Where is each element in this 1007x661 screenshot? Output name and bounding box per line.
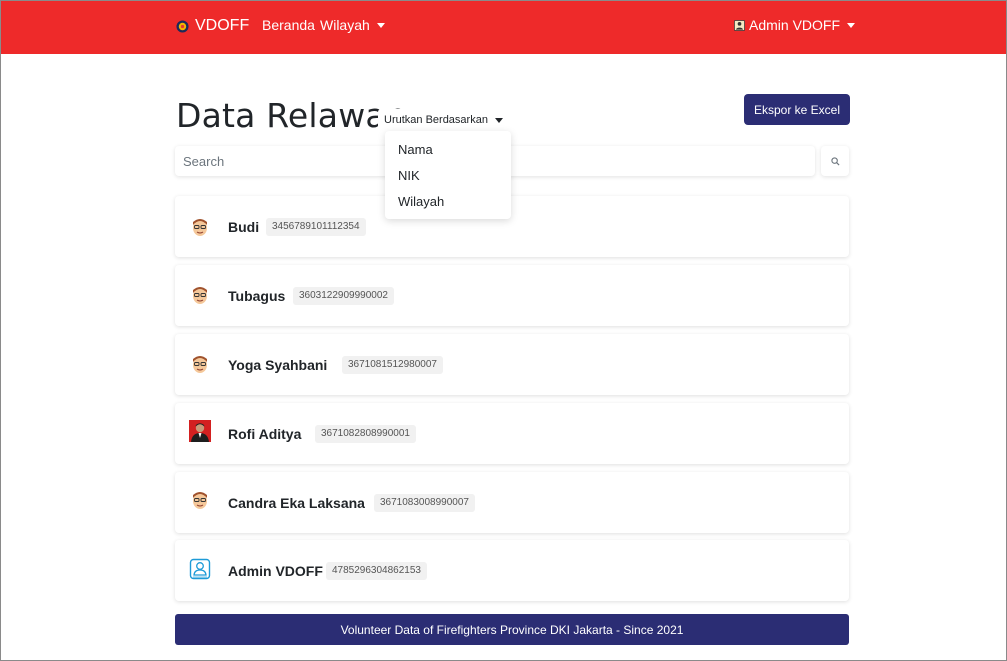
volunteer-card[interactable]: Candra Eka Laksana 3671083008990007	[175, 472, 849, 533]
volunteer-name: Budi	[228, 219, 260, 235]
nik-badge: 3603122909990002	[293, 287, 394, 305]
photo-avatar	[189, 420, 211, 442]
sort-dropdown-button[interactable]: Urutkan Berdasarkan	[378, 109, 509, 131]
volunteer-card[interactable]: Budi 3456789101112354	[175, 196, 849, 257]
volunteer-card[interactable]: Admin VDOFF 4785296304862153	[175, 540, 849, 601]
volunteer-name: Rofi Aditya	[228, 426, 302, 442]
nav-link-wilayah[interactable]: Wilayah	[320, 17, 385, 33]
sort-dropdown-menu: Nama NIK Wilayah	[385, 131, 511, 219]
top-navbar: VDOFF Beranda Wilayah Admin VDOFF	[0, 0, 1007, 54]
sort-option-nik[interactable]: NIK	[385, 163, 511, 189]
cartoon-face-icon	[193, 492, 207, 509]
sort-dropdown-label: Urutkan Berdasarkan	[384, 114, 488, 126]
search-button[interactable]	[821, 146, 849, 176]
user-badge-icon	[734, 19, 745, 31]
user-outline-icon	[189, 558, 211, 580]
sort-option-nama[interactable]: Nama	[385, 137, 511, 163]
nik-badge: 3671081512980007	[342, 356, 443, 374]
nik-badge: 3671082808990001	[315, 425, 416, 443]
nik-badge: 3456789101112354	[266, 218, 366, 236]
volunteer-name: Tubagus	[228, 288, 286, 304]
sort-option-wilayah[interactable]: Wilayah	[385, 189, 511, 215]
user-menu-label: Admin VDOFF	[749, 17, 841, 33]
nav-link-beranda[interactable]: Beranda	[262, 17, 315, 33]
volunteer-card[interactable]: Yoga Syahbani 3671081512980007	[175, 334, 849, 395]
volunteer-card[interactable]: Rofi Aditya 3671082808990001	[175, 403, 849, 464]
volunteer-name: Candra Eka Laksana	[228, 495, 365, 511]
brand-link[interactable]: VDOFF	[176, 14, 249, 38]
volunteer-name: Admin VDOFF	[228, 563, 323, 579]
chevron-down-icon	[376, 22, 385, 28]
search-icon	[830, 156, 840, 166]
chevron-down-icon	[494, 117, 503, 123]
volunteer-card[interactable]: Tubagus 3603122909990002	[175, 265, 849, 326]
page-footer: Volunteer Data of Firefighters Province …	[175, 614, 849, 645]
brand-name: VDOFF	[195, 17, 250, 34]
brand-logo-icon	[176, 19, 189, 33]
cartoon-face-icon	[193, 219, 207, 236]
user-menu-toggle[interactable]: Admin VDOFF	[734, 17, 856, 33]
nik-badge: 3671083008990007	[374, 494, 475, 512]
volunteer-name: Yoga Syahbani	[228, 357, 328, 373]
cartoon-face-icon	[193, 287, 207, 304]
export-excel-button[interactable]: Ekspor ke Excel	[744, 94, 850, 125]
chevron-down-icon	[847, 22, 856, 28]
nav-link-wilayah-label: Wilayah	[320, 17, 370, 33]
nik-badge: 4785296304862153	[326, 562, 427, 580]
cartoon-face-icon	[193, 356, 207, 373]
page-title: Data Relawan	[176, 96, 407, 135]
